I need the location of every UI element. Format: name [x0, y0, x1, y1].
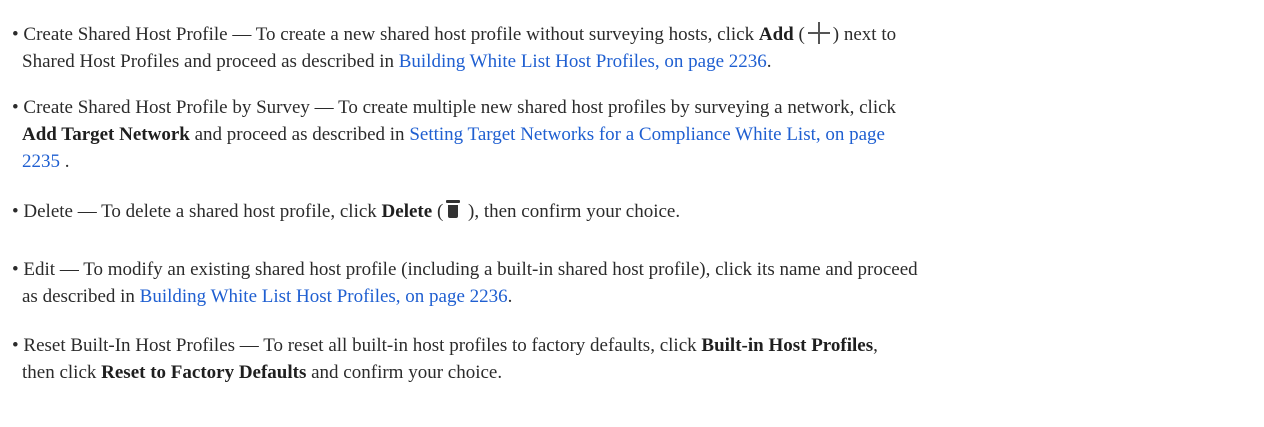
bullet: • — [12, 24, 19, 45]
item-line: • Reset Built-In Host Profiles — To rese… — [12, 332, 1252, 359]
built-in-host-profiles-label: Built-in Host Profiles — [701, 335, 874, 356]
item-line: Shared Host Profiles and proceed as desc… — [12, 48, 1252, 75]
list-item: • Delete — To delete a shared host profi… — [12, 198, 1252, 225]
list-item: • Create Shared Host Profile by Survey —… — [12, 94, 1252, 175]
item-text: Reset Built-In Host Profiles — To reset … — [23, 335, 702, 356]
item-line: then click Reset to Factory Defaults and… — [12, 359, 1252, 386]
item-text: . — [507, 286, 513, 307]
item-text: then click — [22, 362, 102, 383]
building-white-list-link[interactable]: Building White List Host Profiles, on pa… — [140, 286, 508, 307]
bullet: • — [12, 335, 19, 356]
item-text: Create Shared Host Profile by Survey — T… — [23, 97, 897, 118]
item-line: 2235 . — [12, 148, 1252, 175]
paren-open: ( — [793, 24, 805, 45]
bullet: • — [12, 201, 19, 222]
list-item: • Reset Built-In Host Profiles — To rese… — [12, 332, 1252, 386]
add-label: Add — [758, 24, 794, 45]
reset-to-factory-defaults-label: Reset to Factory Defaults — [101, 362, 307, 383]
item-text: ) next to — [832, 24, 897, 45]
setting-target-networks-link-page[interactable]: 2235 — [22, 151, 60, 172]
item-line: • Create Shared Host Profile by Survey —… — [12, 94, 1252, 121]
item-text: . — [766, 51, 772, 72]
setting-target-networks-link[interactable]: Setting Target Networks for a Compliance… — [409, 124, 885, 145]
delete-trash-icon — [443, 199, 463, 221]
item-text: Edit — To modify an existing shared host… — [23, 259, 918, 280]
item-text: Delete — To delete a shared host profile… — [23, 201, 382, 222]
add-plus-icon — [805, 20, 833, 46]
document-page: • Create Shared Host Profile — To create… — [0, 0, 1264, 427]
item-line: as described in Building White List Host… — [12, 283, 1252, 310]
item-text: as described in — [22, 286, 140, 307]
item-text: Shared Host Profiles and proceed as desc… — [22, 51, 399, 72]
item-text: ), then confirm your choice. — [463, 201, 681, 222]
bullet: • — [12, 97, 19, 118]
building-white-list-link[interactable]: Building White List Host Profiles, on pa… — [399, 51, 767, 72]
item-line: • Delete — To delete a shared host profi… — [12, 198, 1252, 225]
paren-open: ( — [432, 201, 444, 222]
add-target-network-label: Add Target Network — [22, 124, 190, 145]
item-line: Add Target Network and proceed as descri… — [12, 121, 1252, 148]
item-text: . — [60, 151, 70, 172]
item-line: • Create Shared Host Profile — To create… — [12, 20, 1252, 48]
item-text: Create Shared Host Profile — To create a… — [23, 24, 759, 45]
item-text: and proceed as described in — [189, 124, 410, 145]
list-item: • Edit — To modify an existing shared ho… — [12, 256, 1252, 310]
item-line: • Edit — To modify an existing shared ho… — [12, 256, 1252, 283]
item-text: , — [873, 335, 878, 356]
delete-label: Delete — [381, 201, 433, 222]
list-item: • Create Shared Host Profile — To create… — [12, 20, 1252, 75]
bullet: • — [12, 259, 19, 280]
item-text: and confirm your choice. — [306, 362, 503, 383]
